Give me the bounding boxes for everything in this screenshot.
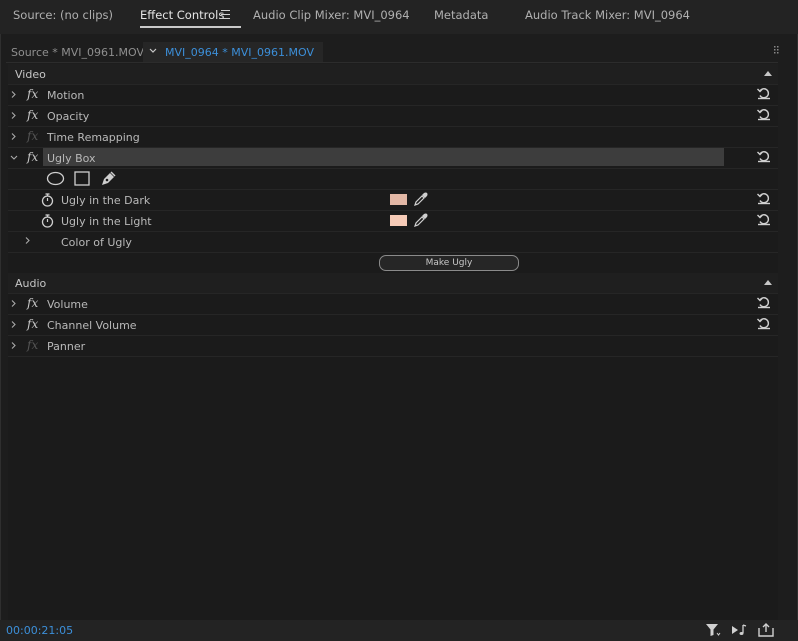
reset-icon[interactable] (756, 295, 772, 309)
fx-icon: fx (27, 129, 39, 143)
reset-icon[interactable] (756, 86, 772, 100)
reset-icon[interactable] (756, 149, 772, 163)
eyedropper-icon[interactable] (413, 213, 428, 228)
effect-name-time-remapping: Time Remapping (47, 131, 140, 144)
effect-row-time-remapping[interactable]: fx Time Remapping (8, 127, 778, 148)
fx-icon[interactable]: fx (27, 317, 38, 331)
fx-icon[interactable]: fx (27, 87, 38, 101)
effect-row-opacity[interactable]: fx Opacity (8, 106, 778, 127)
tab-metadata[interactable]: Metadata (434, 8, 488, 26)
color-swatch-light[interactable] (390, 215, 407, 226)
effect-row-panner[interactable]: fx Panner (8, 336, 778, 357)
eyedropper-icon[interactable] (413, 192, 428, 207)
panel-grip-icon[interactable] (774, 46, 780, 54)
ellipse-mask-icon[interactable] (46, 171, 65, 186)
param-group-label-color-of-ugly: Color of Ugly (61, 236, 132, 249)
fx-icon[interactable]: fx (27, 296, 38, 310)
chevron-right-icon[interactable] (11, 300, 16, 307)
effect-row-channel-volume[interactable]: fx Channel Volume (8, 315, 778, 336)
tab-source[interactable]: Source: (no clips) (13, 8, 113, 26)
chevron-right-icon[interactable] (11, 133, 16, 140)
chevron-right-icon[interactable] (11, 342, 16, 349)
panel-tab-bar: Source: (no clips) Effect Controls Audio… (0, 0, 798, 34)
effect-row-volume[interactable]: fx Volume (8, 294, 778, 315)
collapse-up-icon[interactable] (764, 280, 772, 285)
tab-effect-controls[interactable]: Effect Controls (140, 8, 242, 28)
selected-effect-highlight (43, 148, 724, 166)
reset-icon[interactable] (756, 212, 772, 226)
play-audio-icon[interactable] (731, 623, 747, 637)
audio-section-header[interactable]: Audio (8, 273, 778, 294)
panel-menu-icon[interactable] (221, 10, 230, 19)
fx-icon: fx (27, 338, 39, 352)
chevron-right-icon[interactable] (11, 91, 16, 98)
stopwatch-icon[interactable] (41, 214, 54, 228)
effect-name-ugly-box: Ugly Box (47, 152, 96, 165)
fx-icon[interactable]: fx (27, 150, 38, 164)
effect-row-motion[interactable]: fx Motion (8, 85, 778, 106)
reset-icon[interactable] (756, 191, 772, 205)
status-bar: 00:00:21:05 (0, 620, 798, 641)
mask-tools-row (8, 169, 778, 190)
active-tab-underline (140, 26, 242, 28)
sequence-clip-label: MVI_0964 * MVI_0961.MOV (165, 46, 314, 59)
chevron-down-icon (149, 48, 157, 53)
source-clip-label[interactable]: Source * MVI_0961.MOV (11, 46, 144, 59)
sequence-clip-selector[interactable]: MVI_0964 * MVI_0961.MOV (143, 42, 323, 62)
effect-name-motion: Motion (47, 89, 85, 102)
chevron-right-icon[interactable] (25, 237, 30, 244)
filter-icon[interactable] (705, 623, 721, 637)
make-ugly-button[interactable]: Make Ugly (379, 255, 519, 271)
effect-name-panner: Panner (47, 340, 86, 353)
reset-icon[interactable] (756, 316, 772, 330)
tab-audio-track-mixer[interactable]: Audio Track Mixer: MVI_0964 (525, 8, 690, 26)
color-swatch-dark[interactable] (390, 194, 407, 205)
rectangle-mask-icon[interactable] (74, 171, 90, 186)
tab-effect-controls-label: Effect Controls (140, 8, 225, 22)
video-section-label: Video (15, 68, 46, 81)
audio-section-label: Audio (15, 277, 47, 290)
chevron-down-icon[interactable] (10, 155, 18, 161)
stopwatch-icon[interactable] (41, 193, 54, 207)
chevron-right-icon[interactable] (11, 321, 16, 328)
timecode-display[interactable]: 00:00:21:05 (6, 624, 73, 637)
reset-icon[interactable] (756, 107, 772, 121)
param-row-ugly-dark[interactable]: Ugly in the Dark (8, 190, 778, 211)
pen-mask-icon[interactable] (100, 170, 117, 187)
export-icon[interactable] (758, 623, 774, 637)
param-row-ugly-light[interactable]: Ugly in the Light (8, 211, 778, 232)
collapse-up-icon[interactable] (764, 71, 772, 76)
param-group-color-of-ugly[interactable]: Color of Ugly (8, 232, 778, 253)
fx-icon[interactable]: fx (27, 108, 38, 122)
effect-name-volume: Volume (47, 298, 88, 311)
video-section-header[interactable]: Video (8, 64, 778, 85)
tab-audio-clip-mixer[interactable]: Audio Clip Mixer: MVI_0964 (253, 8, 410, 26)
param-label-ugly-light: Ugly in the Light (61, 215, 152, 228)
chevron-right-icon[interactable] (11, 112, 16, 119)
param-label-ugly-dark: Ugly in the Dark (61, 194, 151, 207)
effect-row-ugly-box[interactable]: fx Ugly Box (8, 148, 778, 169)
clip-bar: Source * MVI_0961.MOV MVI_0964 * MVI_096… (6, 42, 778, 63)
effect-name-opacity: Opacity (47, 110, 90, 123)
effect-name-channel-volume: Channel Volume (47, 319, 137, 332)
